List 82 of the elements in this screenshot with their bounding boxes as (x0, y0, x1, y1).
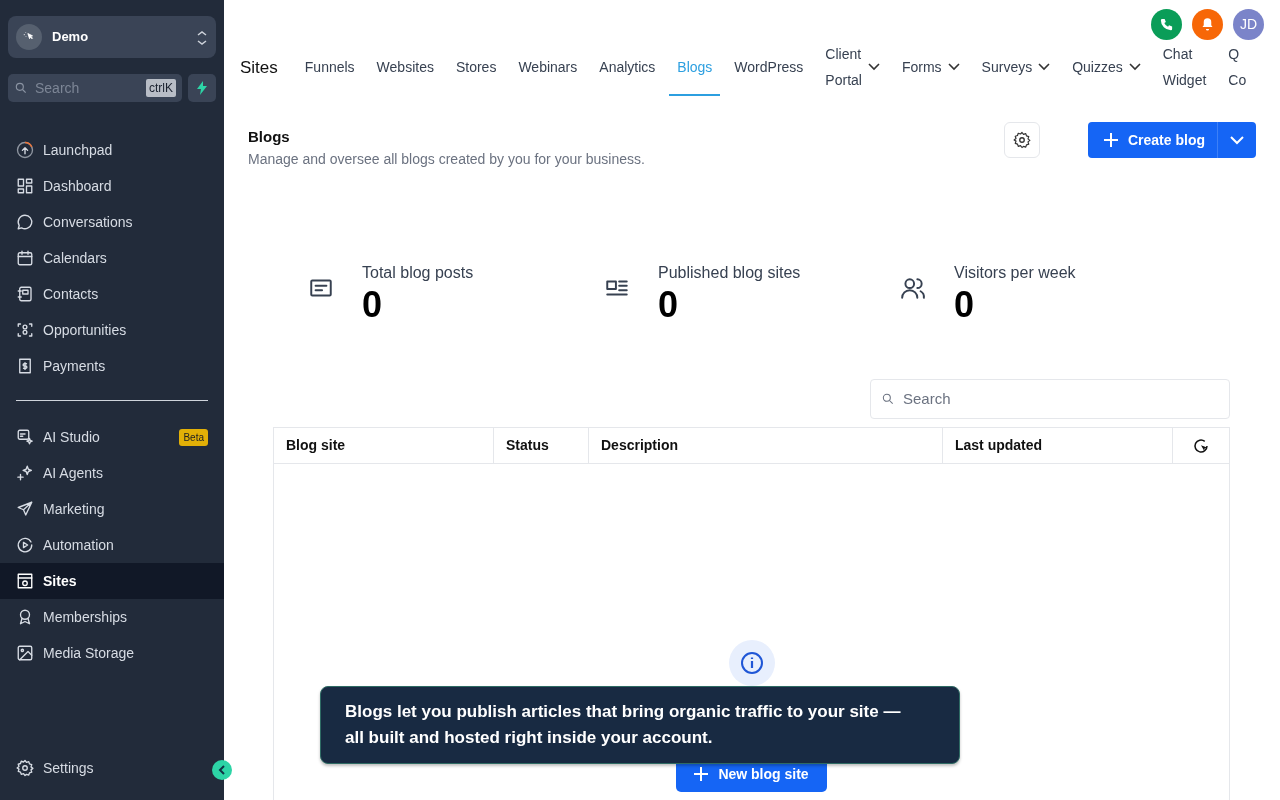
sidebar-item[interactable]: Automation (0, 527, 224, 563)
notifications-button[interactable] (1192, 9, 1223, 40)
settings-icon (16, 759, 34, 777)
nav-tab[interactable]: Forms (893, 40, 968, 96)
collapse-button[interactable] (212, 760, 232, 780)
sidebar-item[interactable]: Memberships (0, 599, 224, 635)
account-switcher[interactable]: Demo (8, 16, 216, 58)
chevron-up-down-icon (196, 29, 208, 46)
column-header: Last updated (943, 428, 1173, 464)
column-header: Status (494, 428, 589, 464)
address-book-icon (16, 285, 34, 303)
caret-icon (1230, 135, 1244, 145)
receipt-icon (16, 357, 34, 375)
stat-value: 0 (954, 284, 976, 325)
sidebar-item[interactable]: Opportunities (0, 312, 224, 348)
refresh-pointer-icon (1192, 436, 1210, 455)
nav-tab[interactable]: Websites (368, 40, 442, 96)
sidebar-item[interactable]: Launchpad (0, 132, 224, 168)
plus-icon (694, 767, 709, 782)
settings-icon (1013, 131, 1031, 149)
nav-tab[interactable]: Chat Widget (1154, 40, 1215, 96)
image-icon (16, 644, 34, 662)
user-avatar[interactable]: JD (1233, 9, 1264, 40)
sidebar-item[interactable]: Payments (0, 348, 224, 384)
nav-tab[interactable]: Surveys (973, 40, 1059, 96)
search-field[interactable]: Search ctrlK (8, 74, 182, 102)
page-subtitle: Manage and oversee all blogs created by you for your business. (248, 149, 645, 169)
sidebar-item[interactable]: Conversations (0, 204, 224, 240)
sidebar-item[interactable]: Calendars (0, 240, 224, 276)
bell-icon (1200, 17, 1215, 32)
phone-icon (1159, 17, 1174, 32)
nav-tab[interactable]: Webinars (510, 40, 586, 96)
stat-value: 0 (362, 284, 384, 325)
stat-value: 0 (658, 284, 680, 325)
nav-tab[interactable]: Analytics (591, 40, 664, 96)
page-title: Blogs (248, 127, 291, 147)
paper-plane-icon (16, 500, 34, 518)
shortcut-key: ctrlK (146, 79, 176, 97)
sparkle-icon (16, 464, 34, 482)
nav-tab[interactable]: WordPress (726, 40, 812, 96)
table-search-field[interactable]: Search (870, 379, 1230, 420)
nav-tab[interactable]: Q Co (1220, 40, 1255, 96)
calendar-icon (16, 249, 34, 267)
dashboard-icon (16, 177, 34, 195)
sidebar-item[interactable]: Dashboard (0, 168, 224, 204)
search-input[interactable]: Search (33, 76, 133, 100)
search-icon (881, 392, 895, 407)
beta-badge: Beta (179, 428, 208, 446)
nav-tab[interactable]: Client Portal (817, 40, 888, 96)
phone-button[interactable] (1151, 9, 1182, 40)
account-name: Demo (52, 28, 89, 47)
sidebar-item[interactable]: Marketing (0, 491, 224, 527)
column-header: Blog site (274, 428, 494, 464)
rocket-icon (16, 141, 34, 159)
sidebar-item[interactable]: AI Studio Beta (0, 419, 224, 455)
play-circle-icon (16, 536, 34, 554)
create-blog-button[interactable]: Create blog (1088, 122, 1256, 158)
tooltip: Blogs let you publish articles that bring organic traffic to your site — all built and hosted right inside your account. (320, 686, 960, 764)
column-header: Description (589, 428, 943, 464)
sidebar-item[interactable]: Sites (0, 563, 224, 599)
sidebar-item[interactable]: Media Storage (0, 635, 224, 671)
browser-icon (16, 572, 34, 590)
sidebar-item[interactable]: AI Agents (0, 455, 224, 491)
info-icon (728, 640, 775, 687)
nav-tab[interactable]: Quizzes (1064, 40, 1149, 96)
ai-studio-icon (16, 428, 34, 446)
sidebar-item[interactable]: Settings (0, 750, 110, 786)
stat-label: Total blog posts (362, 262, 474, 283)
chevron-left-icon (218, 765, 226, 775)
network-icon (16, 321, 34, 339)
bolt-icon (196, 81, 208, 95)
nav-tab[interactable]: Funnels (296, 40, 363, 96)
section-title: Sites (240, 57, 278, 80)
sidebar-item[interactable]: Contacts (0, 276, 224, 312)
nav-tab[interactable]: Stores (447, 40, 505, 96)
plus-icon (1104, 133, 1118, 147)
settings-button[interactable] (1004, 122, 1040, 158)
stat-label: Published blog sites (658, 262, 801, 283)
chat-bubble-icon (16, 213, 34, 231)
bolt-button[interactable] (188, 74, 216, 102)
search-icon (14, 81, 28, 95)
stat-label: Visitors per week (954, 262, 1076, 283)
